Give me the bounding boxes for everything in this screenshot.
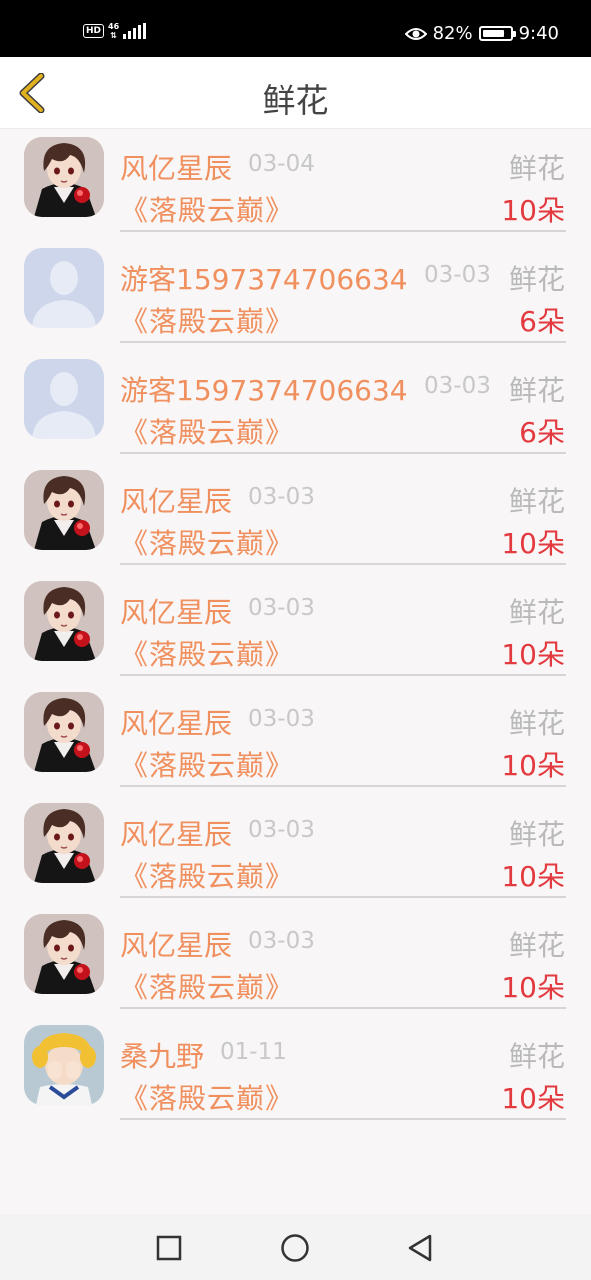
user-name[interactable]: 游客1597374706634 (120, 258, 408, 298)
record-date: 03-03 (248, 928, 315, 954)
divider (120, 341, 566, 343)
user-name[interactable]: 风亿星辰 (120, 702, 232, 742)
list-item[interactable]: 风亿星辰 03-03 鲜花《落殿云巅》 10朵 (0, 684, 591, 795)
avatar[interactable] (24, 137, 104, 217)
data-arrows-icon: ⇅ (110, 31, 117, 40)
avatar[interactable] (24, 914, 104, 994)
gift-type: 鲜花 (508, 485, 565, 518)
flower-count: 10朵 (501, 1082, 565, 1115)
book-title[interactable]: 《落殿云巅》 (120, 633, 294, 673)
back-icon (408, 1234, 432, 1262)
flower-record-list: 风亿星辰 03-04 鲜花 《落殿云巅》 10朵 游客1597374706634 03-03… (0, 129, 591, 1128)
list-item[interactable]: 风亿星辰 03-03 鲜花《落殿云巅》 10朵 (0, 906, 591, 1017)
record-date: 03-03 (248, 706, 315, 732)
record-date: 01-11 (220, 1039, 287, 1065)
divider (120, 452, 566, 454)
avatar[interactable] (24, 1025, 104, 1105)
list-item[interactable]: 桑九野 01-11 鲜花《落殿云巅》 10朵 (0, 1017, 591, 1128)
divider (120, 1007, 566, 1009)
divider (120, 674, 566, 676)
battery-level (482, 30, 504, 37)
user-name[interactable]: 游客1597374706634 (120, 369, 408, 409)
list-item[interactable]: 风亿星辰 03-03 鲜花《落殿云巅》 10朵 (0, 795, 591, 906)
list-item[interactable]: 游客1597374706634 03-03 鲜花《落殿云巅》 6朵 (0, 240, 591, 351)
page-title: 鲜花 (262, 81, 329, 120)
gift-type: 鲜花 (508, 374, 565, 407)
battery-percent: 82% (432, 23, 473, 44)
gift-type: 鲜花 (508, 263, 565, 296)
user-name[interactable]: 风亿星辰 (120, 813, 232, 853)
record-date: 03-03 (248, 484, 315, 510)
book-title[interactable]: 《落殿云巅》 (120, 189, 294, 229)
gift-type: 鲜花 (508, 929, 565, 962)
status-left: HD 46 ⇅ (83, 22, 147, 40)
hd-icon: HD (83, 24, 105, 38)
home-icon (281, 1234, 309, 1262)
avatar[interactable] (24, 803, 104, 883)
gift-type: 鲜花 (508, 818, 565, 851)
divider (120, 563, 566, 565)
book-title[interactable]: 《落殿云巅》 (120, 966, 294, 1006)
clock: 9:40 (518, 23, 559, 44)
flower-count: 6朵 (519, 416, 565, 449)
home-button[interactable] (279, 1232, 311, 1264)
system-nav-bar (0, 1214, 591, 1280)
divider (120, 785, 566, 787)
back-nav-button[interactable] (404, 1232, 436, 1264)
book-title[interactable]: 《落殿云巅》 (120, 855, 294, 895)
flower-count: 10朵 (501, 194, 565, 227)
gift-type: 鲜花 (508, 1040, 565, 1073)
list-item[interactable]: 风亿星辰 03-03 鲜花《落殿云巅》 10朵 (0, 573, 591, 684)
gift-type: 鲜花 (508, 596, 565, 629)
battery-icon (478, 26, 516, 41)
flower-count: 10朵 (501, 971, 565, 1004)
record-date: 03-03 (424, 373, 491, 399)
network-label: 46 (108, 22, 120, 31)
status-right: 82% 9:40 (404, 23, 559, 44)
recent-apps-button[interactable] (153, 1232, 185, 1264)
book-title[interactable]: 《落殿云巅》 (120, 522, 294, 562)
record-date: 03-03 (424, 262, 491, 288)
app-header: 鲜花 (0, 57, 591, 129)
flower-count: 10朵 (501, 638, 565, 671)
user-name[interactable]: 风亿星辰 (120, 924, 232, 964)
record-date: 03-04 (248, 151, 315, 177)
divider (120, 1118, 566, 1120)
book-title[interactable]: 《落殿云巅》 (120, 744, 294, 784)
record-date: 03-03 (248, 595, 315, 621)
flower-count: 10朵 (501, 749, 565, 782)
flower-count: 10朵 (501, 860, 565, 893)
status-bar: HD 46 ⇅ 82% 9:40 (0, 0, 591, 57)
divider (120, 230, 566, 232)
user-name[interactable]: 风亿星辰 (120, 147, 232, 187)
user-name[interactable]: 桑九野 (120, 1035, 204, 1075)
eye-icon (404, 27, 427, 40)
list-item[interactable]: 风亿星辰 03-04 鲜花《落殿云巅》 10朵 (0, 129, 591, 240)
gift-type: 鲜花 (508, 707, 565, 740)
user-name[interactable]: 风亿星辰 (120, 591, 232, 631)
avatar[interactable] (24, 470, 104, 550)
avatar[interactable] (24, 248, 104, 328)
flower-count: 10朵 (501, 527, 565, 560)
gift-type: 鲜花 (508, 152, 565, 185)
divider (120, 896, 566, 898)
book-title[interactable]: 《落殿云巅》 (120, 1077, 294, 1117)
flower-count: 6朵 (519, 305, 565, 338)
avatar[interactable] (24, 581, 104, 661)
recent-apps-icon (156, 1235, 182, 1261)
network-type: 46 ⇅ (108, 22, 119, 40)
book-title[interactable]: 《落殿云巅》 (120, 300, 294, 340)
list-item[interactable]: 风亿星辰 03-03 鲜花《落殿云巅》 10朵 (0, 462, 591, 573)
signal-icon (123, 23, 147, 39)
user-name[interactable]: 风亿星辰 (120, 480, 232, 520)
record-date: 03-03 (248, 817, 315, 843)
avatar[interactable] (24, 359, 104, 439)
avatar[interactable] (24, 692, 104, 772)
book-title[interactable]: 《落殿云巅》 (120, 411, 294, 451)
list-item[interactable]: 游客1597374706634 03-03 鲜花《落殿云巅》 6朵 (0, 351, 591, 462)
